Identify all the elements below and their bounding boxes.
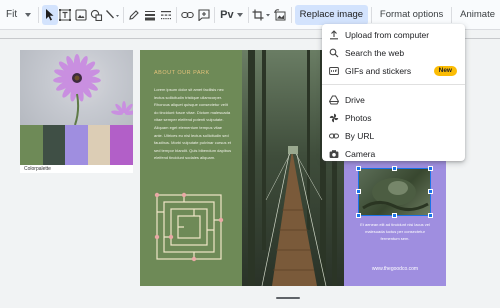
toolbar-separator [451,6,453,23]
insert-link-button[interactable] [180,5,196,25]
insert-image-button[interactable] [73,5,89,25]
toolbar-separator [38,6,39,23]
text-box-button[interactable] [58,5,74,25]
pencil-icon [129,9,140,20]
search-icon [329,48,339,58]
resize-handle[interactable] [356,213,361,218]
border-dash-icon [160,10,171,19]
menu-item-label: GIFs and stickers [345,66,412,76]
palette-label: Colorpalette [24,166,51,172]
swatch [20,125,43,165]
border-weight-button[interactable] [142,5,158,25]
line-icon [105,9,119,18]
resize-handle[interactable] [428,189,433,194]
toolbar-separator [214,6,216,23]
maze-illustration [154,192,224,262]
photos-icon [329,113,339,123]
resize-handle[interactable] [428,166,433,171]
swatch [42,125,66,165]
upload-icon [329,30,339,40]
gif-icon [329,66,339,76]
select-tool-button[interactable] [41,4,58,25]
green-panel-body[interactable]: Lorem ipsum dolor sit amet facilisis nec… [154,86,232,162]
format-options-button[interactable]: Format options [375,5,448,25]
reset-image-icon [274,8,286,20]
resize-handle[interactable] [356,189,361,194]
menu-item-label: Camera [345,149,376,159]
border-weight-icon [144,10,155,20]
menu-item-gifs-stickers[interactable]: GIFs and stickers New [322,62,465,80]
menu-divider [322,84,465,85]
replace-image-menu: Upload from computer Search the web GIFs… [322,24,465,161]
toolbar-separator [122,6,124,23]
flower-photo [20,50,133,125]
toolbar-separator [290,6,292,23]
font-label: Pv [220,8,234,21]
animate-button[interactable]: Animate [455,5,500,25]
purple-panel-body[interactable]: Et aenean elit ad tincidunt nisi lacus v… [358,221,432,242]
menu-item-label: Photos [345,113,372,123]
border-color-button[interactable] [127,5,143,25]
resize-handle[interactable] [392,213,397,218]
image-icon [75,8,87,21]
cursor-icon [45,8,54,20]
swatch [87,125,111,165]
menu-item-photos[interactable]: Photos [322,109,465,127]
menu-item-upload[interactable]: Upload from computer [322,26,465,44]
drive-icon [329,95,339,105]
color-palette-card[interactable]: Colorpalette [20,50,133,173]
website-url[interactable]: www.thegoodco.com [344,266,446,272]
zoom-caret-icon [25,12,32,17]
crop-button[interactable] [252,5,273,25]
link-icon [181,11,195,18]
crop-icon [252,9,270,20]
menu-item-label: Drive [345,95,365,105]
zoom-value: Fit [6,9,18,20]
link-icon [329,131,339,141]
menu-item-drive[interactable]: Drive [322,91,465,109]
shapes-icon [90,9,102,21]
zoom-select[interactable]: Fit [0,4,35,26]
resize-handle[interactable] [356,166,361,171]
add-comment-button[interactable] [196,5,212,25]
replace-image-button[interactable]: Replace image [294,4,369,25]
font-select[interactable]: Pv [218,5,244,25]
text-box-icon [59,8,72,21]
new-badge: New [433,66,457,76]
selection-frame [358,168,431,216]
resize-handle[interactable] [392,166,397,171]
border-dash-button[interactable] [158,5,174,25]
menu-item-label: Search the web [345,48,405,58]
line-button[interactable] [104,5,120,25]
toolbar-separator [247,6,249,23]
swatch [65,125,88,165]
green-panel-title: ABOUT OUR PARK [154,70,210,76]
comment-plus-icon [197,8,210,21]
menu-item-label: Upload from computer [345,30,430,40]
green-panel[interactable]: ABOUT OUR PARK Lorem ipsum dolor sit ame… [140,50,242,286]
reset-image-button[interactable] [272,5,288,25]
menu-item-by-url[interactable]: By URL [322,127,465,145]
menu-item-label: By URL [345,131,375,141]
swatch [110,125,133,165]
toolbar-separator [176,6,178,23]
shape-button[interactable] [89,5,105,25]
resize-handle[interactable] [428,213,433,218]
camera-icon [329,149,339,159]
toolbar-separator [371,6,372,23]
menu-item-camera[interactable]: Camera [322,145,465,163]
menu-item-search-web[interactable]: Search the web [322,44,465,62]
font-caret-icon [236,12,243,17]
page-indicator [276,297,300,299]
palette-swatches [20,125,133,165]
